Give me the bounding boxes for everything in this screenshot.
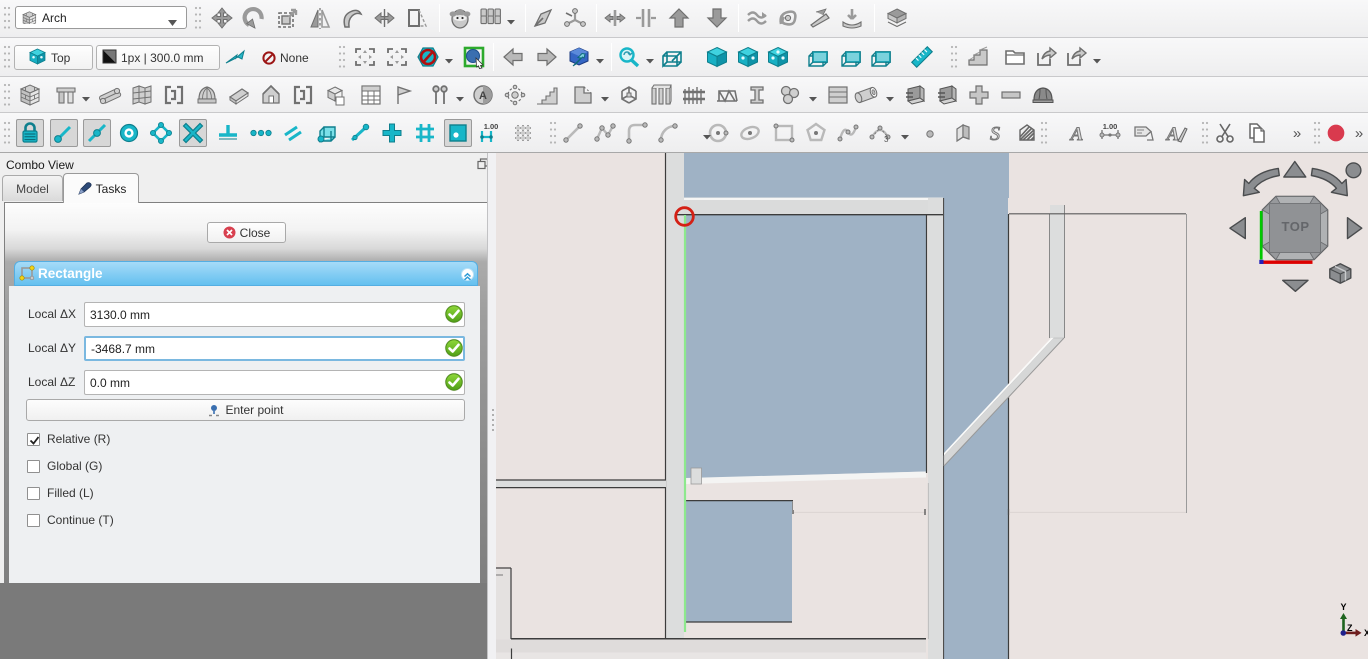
svg-text:Y: Y <box>1340 602 1346 612</box>
svg-text:Z: Z <box>1347 623 1353 633</box>
svg-text:X: X <box>1364 628 1368 638</box>
svg-text:TOP: TOP <box>1282 219 1310 234</box>
